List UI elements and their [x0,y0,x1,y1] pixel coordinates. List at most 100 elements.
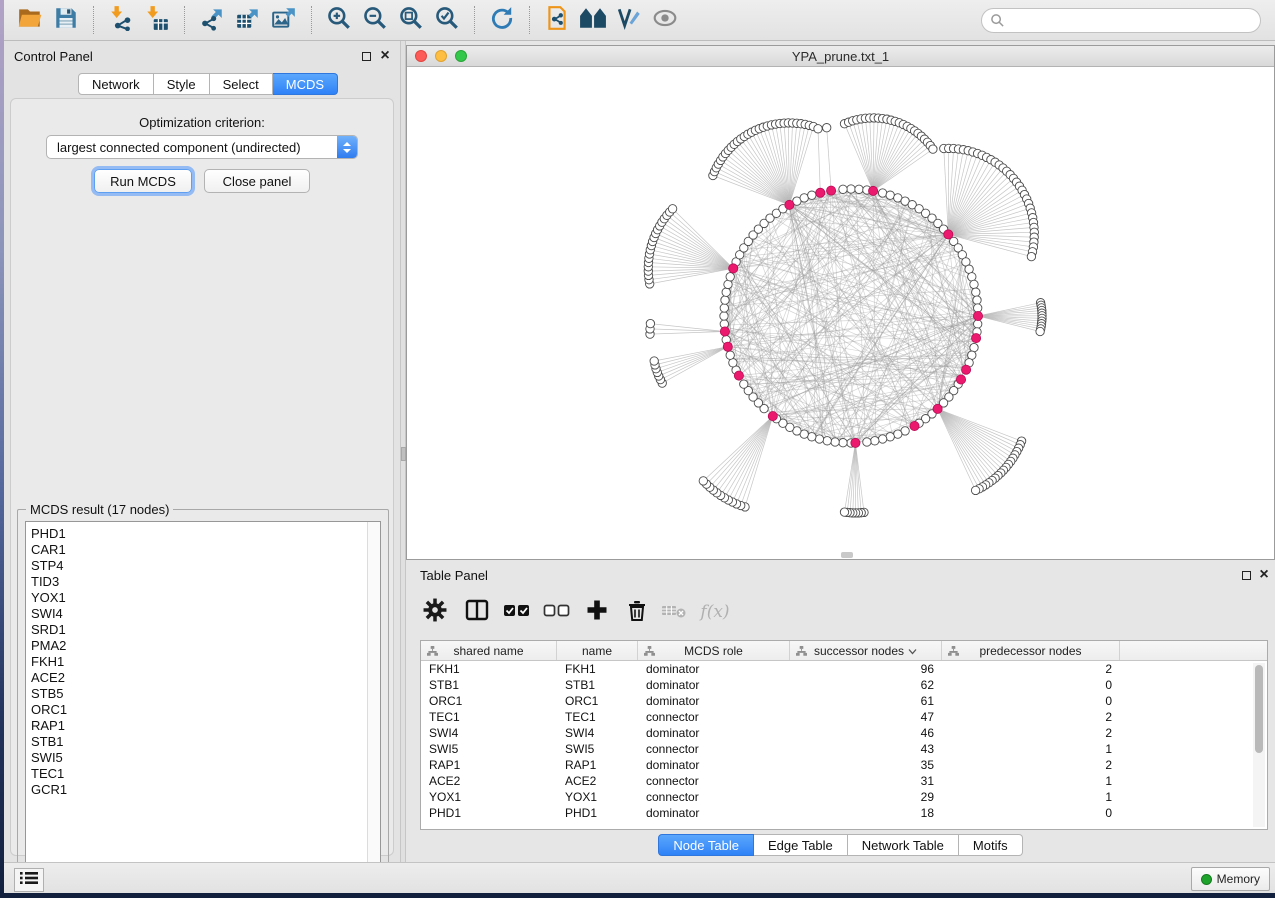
table-row[interactable]: SWI4SWI4dominator462 [421,725,1267,741]
table-scrollbar[interactable] [1253,663,1265,827]
sort-desc-icon [908,644,917,658]
table-cell: 1 [942,741,1120,757]
mcds-result-item[interactable]: FKH1 [26,654,367,670]
mcds-result-item[interactable]: STP4 [26,558,367,574]
tab-mcds[interactable]: MCDS [273,73,338,95]
table-row[interactable]: YOX1YOX1connector291 [421,789,1267,805]
close-panel-button[interactable]: × [379,50,391,62]
mcds-result-item[interactable]: STB5 [26,686,367,702]
mcds-result-item[interactable]: PMA2 [26,638,367,654]
first-neighbors-button[interactable] [578,5,608,35]
criterion-dropdown[interactable]: largest connected component (undirected) [46,135,358,159]
show-column-button[interactable] [462,597,492,627]
table-row[interactable]: ORC1ORC1dominator610 [421,693,1267,709]
mcds-result-title: MCDS result (17 nodes) [26,502,173,517]
delete-column-button[interactable] [622,597,652,627]
import-table-button[interactable] [142,5,172,35]
table-scrollbar-thumb[interactable] [1255,665,1263,753]
mcds-result-item[interactable]: ACE2 [26,670,367,686]
tab-edge-table[interactable]: Edge Table [754,834,848,856]
delete-table-button[interactable] [660,597,690,627]
float-panel-button[interactable] [360,50,372,62]
tab-style[interactable]: Style [154,73,210,95]
table-cell: dominator [638,661,790,677]
network-graph [407,67,1274,559]
mcds-result-item[interactable]: SRD1 [26,622,367,638]
table-row[interactable]: FKH1FKH1dominator962 [421,661,1267,677]
app-window: Control Panel × Network Style Select MCD… [4,0,1275,893]
float-table-panel-button[interactable] [1240,569,1252,581]
mcds-result-item[interactable]: PHD1 [26,526,367,542]
node-table-header: shared name name MCDS role successor nod… [421,641,1267,661]
tab-network[interactable]: Network [78,73,154,95]
show-graphics-eye-icon [652,5,678,36]
table-row[interactable]: ACE2ACE2connector311 [421,773,1267,789]
network-file-button[interactable] [542,5,572,35]
column-header-shared-name[interactable]: shared name [421,641,557,660]
select-all-button[interactable] [502,597,532,627]
hide-annotations-icon [616,5,642,36]
mcds-result-item[interactable]: SWI4 [26,606,367,622]
show-graphics-button[interactable] [650,5,680,35]
export-network-icon [199,5,225,36]
table-cell: dominator [638,725,790,741]
network-titlebar[interactable]: YPA_prune.txt_1 [407,46,1274,67]
table-row[interactable]: TEC1TEC1connector472 [421,709,1267,725]
export-image-button[interactable] [269,5,299,35]
mcds-result-item[interactable]: RAP1 [26,718,367,734]
table-row[interactable]: STB1STB1dominator620 [421,677,1267,693]
table-cell: 47 [790,709,942,725]
run-mcds-button[interactable]: Run MCDS [94,169,192,193]
export-table-button[interactable] [233,5,263,35]
network-hscrollbar-thumb[interactable] [841,552,853,558]
export-network-button[interactable] [197,5,227,35]
mcds-result-item[interactable]: YOX1 [26,590,367,606]
close-table-panel-button[interactable]: × [1258,569,1270,581]
zoom-out-button[interactable] [360,5,390,35]
table-cell: 0 [942,693,1120,709]
column-header-predecessor-nodes[interactable]: predecessor nodes [942,641,1120,660]
close-panel-button-mcds[interactable]: Close panel [204,169,310,193]
table-panel-header: Table Panel × [406,560,1275,588]
table-cell: ACE2 [421,773,557,789]
network-canvas[interactable] [407,67,1274,559]
refresh-button[interactable] [487,5,517,35]
save-button[interactable] [51,5,81,35]
table-settings-button[interactable] [420,597,450,627]
mcds-result-item[interactable]: SWI5 [26,750,367,766]
mcds-list-scrollbar[interactable] [367,522,380,871]
mcds-result-item[interactable]: GCR1 [26,782,367,798]
hide-annotations-button[interactable] [614,5,644,35]
table-row[interactable]: PHD1PHD1dominator180 [421,805,1267,821]
column-header-mcds-role[interactable]: MCDS role [638,641,790,660]
mcds-result-item[interactable]: CAR1 [26,542,367,558]
open-file-button[interactable] [15,5,45,35]
mcds-result-item[interactable]: ORC1 [26,702,367,718]
mcds-result-item[interactable]: TEC1 [26,766,367,782]
deselect-all-button[interactable] [542,597,572,627]
tab-network-table[interactable]: Network Table [848,834,959,856]
table-cell: 0 [942,805,1120,821]
table-row[interactable]: SWI5SWI5connector431 [421,741,1267,757]
node-table: shared name name MCDS role successor nod… [420,640,1268,830]
function-builder-button[interactable]: f(x) [700,597,730,627]
column-header-successor-nodes[interactable]: successor nodes [790,641,942,660]
search-field[interactable] [981,8,1261,33]
memory-button[interactable]: Memory [1191,867,1270,891]
table-row[interactable]: RAP1RAP1dominator352 [421,757,1267,773]
search-input[interactable] [981,8,1261,33]
zoom-selected-button[interactable] [432,5,462,35]
tab-motifs[interactable]: Motifs [959,834,1023,856]
memory-label: Memory [1217,872,1260,886]
column-header-name[interactable]: name [557,641,638,660]
add-column-button[interactable] [582,597,612,627]
mcds-result-item[interactable]: TID3 [26,574,367,590]
zoom-in-button[interactable] [324,5,354,35]
tab-node-table[interactable]: Node Table [658,834,754,856]
mcds-result-item[interactable]: STB1 [26,734,367,750]
zoom-fit-button[interactable] [396,5,426,35]
tab-select[interactable]: Select [210,73,273,95]
task-history-button[interactable] [14,868,44,892]
table-toolbar: f(x) [416,592,734,632]
import-network-button[interactable] [106,5,136,35]
